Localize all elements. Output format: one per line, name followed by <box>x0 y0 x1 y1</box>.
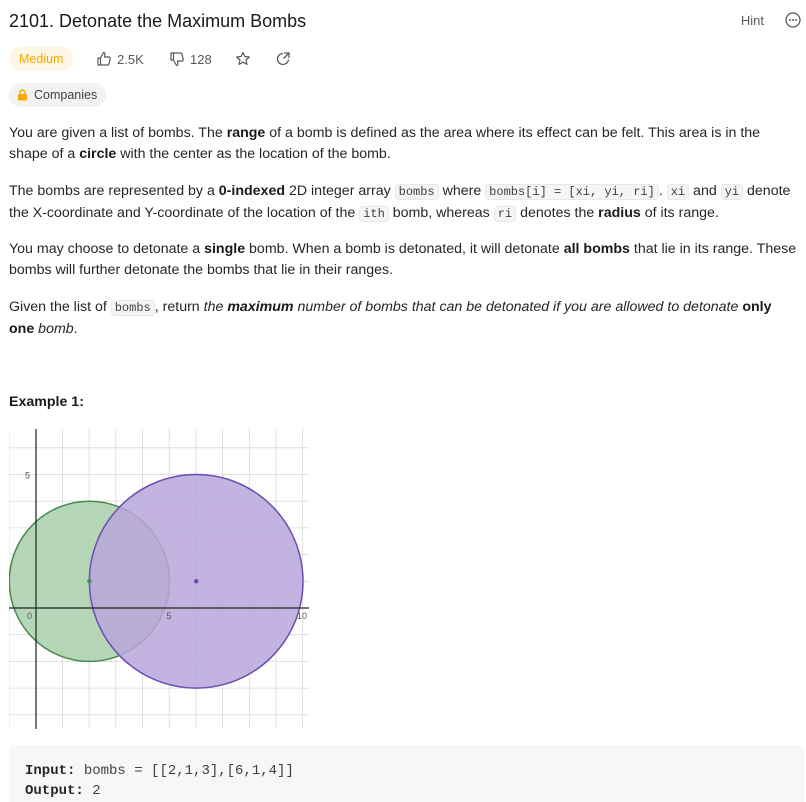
more-icon[interactable] <box>785 12 801 28</box>
meta-row: Medium 2.5K 128 <box>9 47 409 71</box>
text: Given the list of <box>9 299 111 315</box>
text: 2D integer array <box>285 183 395 199</box>
example-1-title: Example 1: <box>9 394 84 410</box>
text-italic: the <box>203 299 228 315</box>
description-paragraph-2: The bombs are represented by a 0-indexed… <box>9 181 799 225</box>
description-paragraph-3: You may choose to detonate a single bomb… <box>9 239 799 281</box>
term-range: range <box>226 125 266 141</box>
companies-label: Companies <box>34 88 98 102</box>
description-paragraph-1: You are given a list of bombs. The range… <box>9 123 799 165</box>
example-1-figure: 0 5 10 5 <box>9 429 309 729</box>
example-output-line: Output: 2 <box>25 783 101 799</box>
hint-button[interactable]: Hint <box>741 13 764 29</box>
output-value: 2 <box>92 783 101 799</box>
favorite-button[interactable] <box>235 47 251 71</box>
lock-icon <box>18 89 27 101</box>
term-circle: circle <box>79 146 117 162</box>
code-yi: yi <box>720 184 744 200</box>
example-1-box: Input: bombs = [[2,1,3],[6,1,4]] Output:… <box>9 745 804 802</box>
title-row: 2101. Detonate the Maximum Bombs Hint <box>9 9 804 35</box>
bomb-center-2 <box>193 579 199 584</box>
term-maximum: maximum <box>227 299 294 315</box>
like-button[interactable]: 2.5K <box>96 47 144 71</box>
tick-label: 5 <box>167 611 172 621</box>
share-button[interactable] <box>275 47 291 71</box>
text: of its range. <box>640 205 719 221</box>
code-ith: ith <box>359 206 389 222</box>
thumbs-up-icon <box>97 51 111 66</box>
share-icon <box>276 52 290 66</box>
code-ri: ri <box>493 206 517 222</box>
text: bomb, whereas <box>388 205 494 221</box>
dislikes-count: 128 <box>190 51 212 67</box>
output-label: Output: <box>25 783 84 799</box>
text: . <box>73 321 78 337</box>
text: where <box>438 183 486 199</box>
code-bombs: bombs <box>394 184 439 200</box>
term-all-bombs: all bombs <box>563 241 630 257</box>
problem-title[interactable]: 2101. Detonate the Maximum Bombs <box>9 9 306 33</box>
term-radius: radius <box>598 205 641 221</box>
star-icon <box>236 51 250 65</box>
tick-label: 0 <box>27 611 32 621</box>
text: . <box>658 183 667 199</box>
likes-count: 2.5K <box>117 51 144 67</box>
text: and <box>689 183 721 199</box>
text: with the center as the location of the b… <box>116 146 391 162</box>
description-paragraph-4: Given the list of bombs, return the maxi… <box>9 297 799 340</box>
term-0-indexed: 0-indexed <box>218 183 286 199</box>
example-input-line: Input: bombs = [[2,1,3],[6,1,4]] <box>25 763 294 779</box>
text-italic: number of bombs that can be detonated if… <box>293 299 743 315</box>
code-xi: xi <box>666 184 690 200</box>
input-value: bombs = [[2,1,3],[6,1,4]] <box>83 763 294 779</box>
tick-label: 10 <box>297 611 307 621</box>
text: denotes the <box>516 205 599 221</box>
bomb-center-1 <box>87 579 92 584</box>
difficulty-badge: Medium <box>9 47 74 71</box>
code-bombs-i: bombs[i] = [xi, yi, ri] <box>485 184 659 200</box>
input-label: Input: <box>25 763 76 779</box>
text-italic: bomb <box>34 321 74 337</box>
text: , return <box>154 299 204 315</box>
code-bombs: bombs <box>110 300 155 316</box>
thumbs-down-icon <box>170 52 184 67</box>
text: The bombs are represented by a <box>9 183 219 199</box>
dislike-button[interactable]: 128 <box>169 47 212 71</box>
text: You may choose to detonate a <box>9 241 205 257</box>
companies-tag[interactable]: Companies <box>9 83 107 107</box>
tick-label: 5 <box>25 471 30 481</box>
term-single: single <box>204 241 246 257</box>
text: You are given a list of bombs. The <box>9 125 227 141</box>
text: bomb. When a bomb is detonated, it will … <box>245 241 564 257</box>
